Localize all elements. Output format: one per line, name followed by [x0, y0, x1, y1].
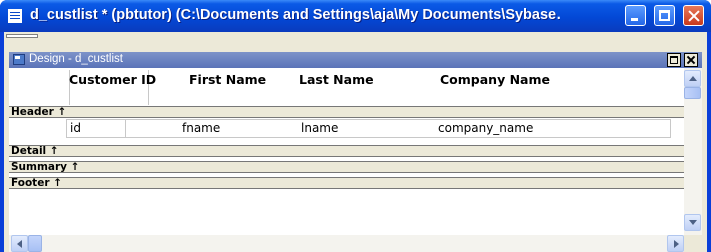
company-name-header[interactable]: Company Name: [440, 72, 550, 87]
header-band-bar[interactable]: Header ↑: [9, 106, 684, 118]
main-window: d_custlist * (pbtutor) (C:\Documents and…: [0, 0, 711, 252]
painter-close-button[interactable]: [684, 53, 698, 67]
vertical-scrollbar[interactable]: [684, 68, 702, 235]
chevron-left-icon: [17, 240, 22, 248]
footer-band-bar[interactable]: Footer ↑: [9, 177, 684, 189]
chevron-right-icon: [674, 240, 679, 248]
chevron-down-icon: [689, 220, 697, 225]
customer-id-header[interactable]: Customer ID: [69, 72, 156, 87]
scroll-down-button[interactable]: [684, 214, 701, 231]
fname-column-field[interactable]: fname: [179, 119, 283, 138]
design-painter-window: Design - d_custlist Customer ID First Na…: [9, 52, 702, 252]
datawindow-painter-icon: [13, 54, 25, 65]
window-title-bar[interactable]: d_custlist * (pbtutor) (C:\Documents and…: [0, 0, 711, 32]
painter-title: Design - d_custlist: [29, 53, 123, 65]
scroll-left-button[interactable]: [11, 235, 28, 252]
painter-restore-button[interactable]: [667, 53, 681, 67]
detail-band-bar[interactable]: Detail ↑: [9, 145, 684, 157]
app-client-area: Design - d_custlist Customer ID First Na…: [4, 32, 707, 252]
id-column-field[interactable]: id: [66, 119, 126, 138]
detail-blank-region: [419, 119, 435, 138]
app-window-icon[interactable]: [8, 9, 22, 23]
horizontal-scrollbar[interactable]: [9, 235, 702, 252]
company-name-column-field[interactable]: company_name: [435, 119, 671, 138]
last-name-header[interactable]: Last Name: [299, 72, 374, 87]
minimize-button[interactable]: [625, 5, 646, 26]
maximize-button[interactable]: [654, 5, 675, 26]
detail-blank-region: [283, 119, 298, 138]
scroll-right-button[interactable]: [667, 235, 684, 252]
chevron-up-icon: [689, 76, 697, 81]
horizontal-scroll-thumb[interactable]: [28, 235, 42, 252]
window-title: d_custlist * (pbtutor) (C:\Documents and…: [30, 7, 560, 23]
design-canvas[interactable]: Customer ID First Name Last Name Company…: [9, 68, 684, 235]
detail-blank-region: [126, 119, 179, 138]
first-name-header[interactable]: First Name: [189, 72, 266, 87]
lname-column-field[interactable]: lname: [298, 119, 419, 138]
vertical-scroll-thumb[interactable]: [684, 87, 701, 99]
painter-title-bar[interactable]: Design - d_custlist: [9, 52, 702, 68]
summary-band-bar[interactable]: Summary ↑: [9, 161, 684, 173]
close-button[interactable]: [683, 5, 704, 26]
scroll-up-button[interactable]: [684, 70, 701, 87]
scrollbar-corner: [684, 235, 702, 252]
